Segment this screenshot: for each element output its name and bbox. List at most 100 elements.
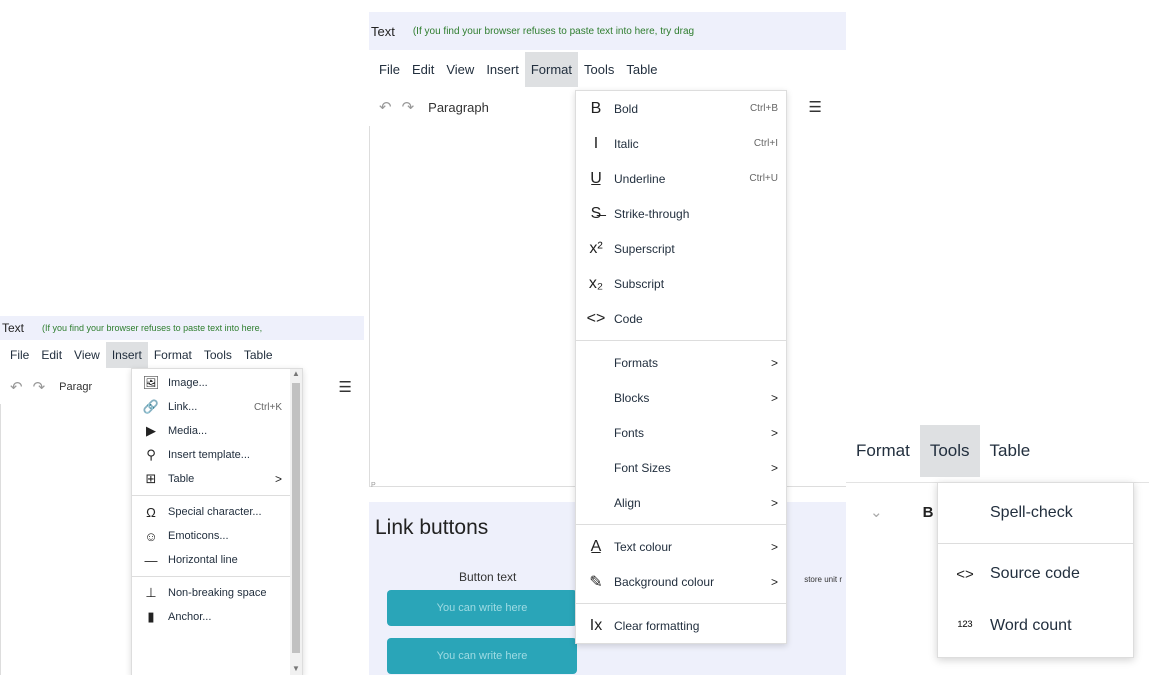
menu-item-align[interactable]: Align > (576, 485, 786, 520)
tools-menu: Spell-check <> Source code ¹²³ Word count (937, 482, 1134, 658)
menu-insert[interactable]: Insert (105, 342, 148, 368)
menu-item-table[interactable]: ⊞ Table > (132, 467, 290, 491)
menu-item-emoticons[interactable]: ☺ Emoticons... (132, 524, 290, 548)
menu-insert[interactable]: Insert (480, 52, 525, 87)
chevron-right-icon: > (770, 355, 778, 370)
menu-separator (576, 603, 786, 604)
title-bar: Text (If you find your browser refuses t… (0, 316, 364, 340)
menu-item-insert-template[interactable]: ⚲ Insert template... (132, 443, 290, 467)
media-icon: ▶ (146, 423, 156, 438)
link-buttons-heading: Link buttons (375, 516, 489, 539)
menu-separator (576, 340, 786, 341)
menu-item-superscript[interactable]: x² Superscript (576, 231, 786, 266)
menu-tools[interactable]: Tools (198, 342, 238, 368)
menu-item-label: Media... (168, 425, 208, 437)
superscript-icon: x² (589, 239, 603, 257)
menu-item-label: Bold (614, 101, 639, 116)
chevron-down-icon[interactable]: ⌄ (870, 503, 883, 521)
block-format-select[interactable]: Paragraph (428, 100, 489, 115)
menu-item-media[interactable]: ▶ Media... (132, 419, 290, 443)
menu-view[interactable]: View (68, 342, 106, 368)
menu-item-label: Clear formatting (614, 618, 700, 633)
menu-item-text-colour[interactable]: A̲ Text colour > (576, 529, 786, 564)
menu-format[interactable]: Format (148, 342, 198, 368)
menu-item-label: Table (168, 473, 195, 485)
menu-table[interactable]: Table (238, 342, 279, 368)
menu-format[interactable]: Format (846, 425, 920, 477)
link-button-1[interactable]: You can write here (387, 590, 577, 626)
scroll-thumb[interactable] (292, 383, 300, 653)
menu-file[interactable]: File (373, 52, 406, 87)
menu-item-code[interactable]: <> Code (576, 301, 786, 336)
menu-item-strike-through[interactable]: S̶ Strike-through (576, 196, 786, 231)
hr-icon: — (144, 552, 158, 568)
menu-item-spell-check[interactable]: Spell-check (938, 487, 1133, 539)
menu-item-label: Special character... (168, 506, 262, 518)
redo-icon[interactable]: ↷ (402, 98, 415, 116)
menu-item-label: Strike-through (614, 206, 690, 221)
omega-icon: Ω (146, 504, 156, 520)
chevron-right-icon: > (770, 495, 778, 510)
menu-item-fonts[interactable]: Fonts > (576, 415, 786, 450)
field-title: Text (371, 23, 395, 39)
chevron-right-icon: > (770, 574, 778, 589)
menu-item-label: Fonts (614, 425, 645, 440)
chevron-right-icon: > (274, 472, 282, 486)
menu-item-subscript[interactable]: x₂ Subscript (576, 266, 786, 301)
menu-item-blocks[interactable]: Blocks > (576, 380, 786, 415)
menubar: Format Tools Table (846, 420, 1149, 483)
menu-tools[interactable]: Tools (919, 425, 980, 477)
link-button-2[interactable]: You can write here (387, 638, 577, 674)
menu-item-formats[interactable]: Formats > (576, 345, 786, 380)
menu-scrollbar[interactable]: ▲ ▼ (290, 369, 302, 675)
scroll-down-icon[interactable]: ▼ (290, 664, 302, 675)
nbsp-icon: ⊥ (145, 585, 157, 600)
menu-item-bold[interactable]: B Bold Ctrl+B (576, 91, 786, 126)
bold-icon[interactable]: B (923, 504, 934, 521)
background-colour-icon: ✎ (589, 573, 603, 591)
menu-file[interactable]: File (4, 342, 35, 368)
menu-item-label: Align (614, 495, 641, 510)
menu-item-anchor[interactable]: ▮ Anchor... (132, 605, 290, 629)
align-icon[interactable]: ☰ (339, 378, 352, 396)
menu-edit[interactable]: Edit (406, 52, 440, 87)
menu-view[interactable]: View (440, 52, 480, 87)
menu-item-label: Word count (990, 617, 1072, 634)
menu-item-label: Spell-check (990, 504, 1073, 521)
menu-item-image[interactable]: 🖼 Image... (132, 371, 290, 395)
undo-icon[interactable]: ↶ (379, 98, 392, 116)
menu-item-horizontal-line[interactable]: — Horizontal line (132, 548, 290, 572)
menu-item-non-breaking-space[interactable]: ⊥ Non-breaking space (132, 581, 290, 605)
menu-item-background-colour[interactable]: ✎ Background colour > (576, 564, 786, 599)
menu-table[interactable]: Table (620, 52, 663, 87)
menu-item-clear-formatting[interactable]: Ix Clear formatting (576, 608, 786, 643)
menu-item-italic[interactable]: I Italic Ctrl+I (576, 126, 786, 161)
menu-separator (576, 524, 786, 525)
redo-icon[interactable]: ↷ (33, 378, 46, 396)
text-colour-icon: A̲ (590, 537, 602, 555)
menu-item-label: Source code (990, 565, 1080, 582)
menu-format[interactable]: Format (524, 51, 578, 87)
menu-item-special-character[interactable]: Ω Special character... (132, 500, 290, 524)
menu-item-font-sizes[interactable]: Font Sizes > (576, 450, 786, 485)
align-icon[interactable]: ☰ (809, 98, 822, 116)
menu-table[interactable]: Table (980, 425, 1041, 477)
scroll-up-icon[interactable]: ▲ (290, 369, 302, 381)
menu-item-label: Horizontal line (168, 554, 238, 566)
link-icon: 🔗 (142, 399, 160, 414)
undo-icon[interactable]: ↶ (10, 378, 23, 396)
menu-item-source-code[interactable]: <> Source code (938, 548, 1133, 600)
menu-separator (132, 495, 290, 496)
italic-icon: I (593, 134, 599, 152)
paste-hint: (If you find your browser refuses to pas… (412, 25, 695, 37)
menu-item-underline[interactable]: U̲ Underline Ctrl+U (576, 161, 786, 196)
menu-item-label: Code (614, 311, 643, 326)
menu-item-word-count[interactable]: ¹²³ Word count (938, 600, 1133, 652)
block-format-select[interactable]: Paragr (59, 381, 92, 393)
menu-edit[interactable]: Edit (35, 342, 68, 368)
menu-item-label: Insert template... (168, 449, 250, 461)
menu-tools[interactable]: Tools (578, 52, 620, 87)
shortcut-hint: Ctrl+K (253, 401, 282, 413)
menu-item-link[interactable]: 🔗 Link... Ctrl+K (132, 395, 290, 419)
table-icon: ⊞ (145, 471, 157, 486)
